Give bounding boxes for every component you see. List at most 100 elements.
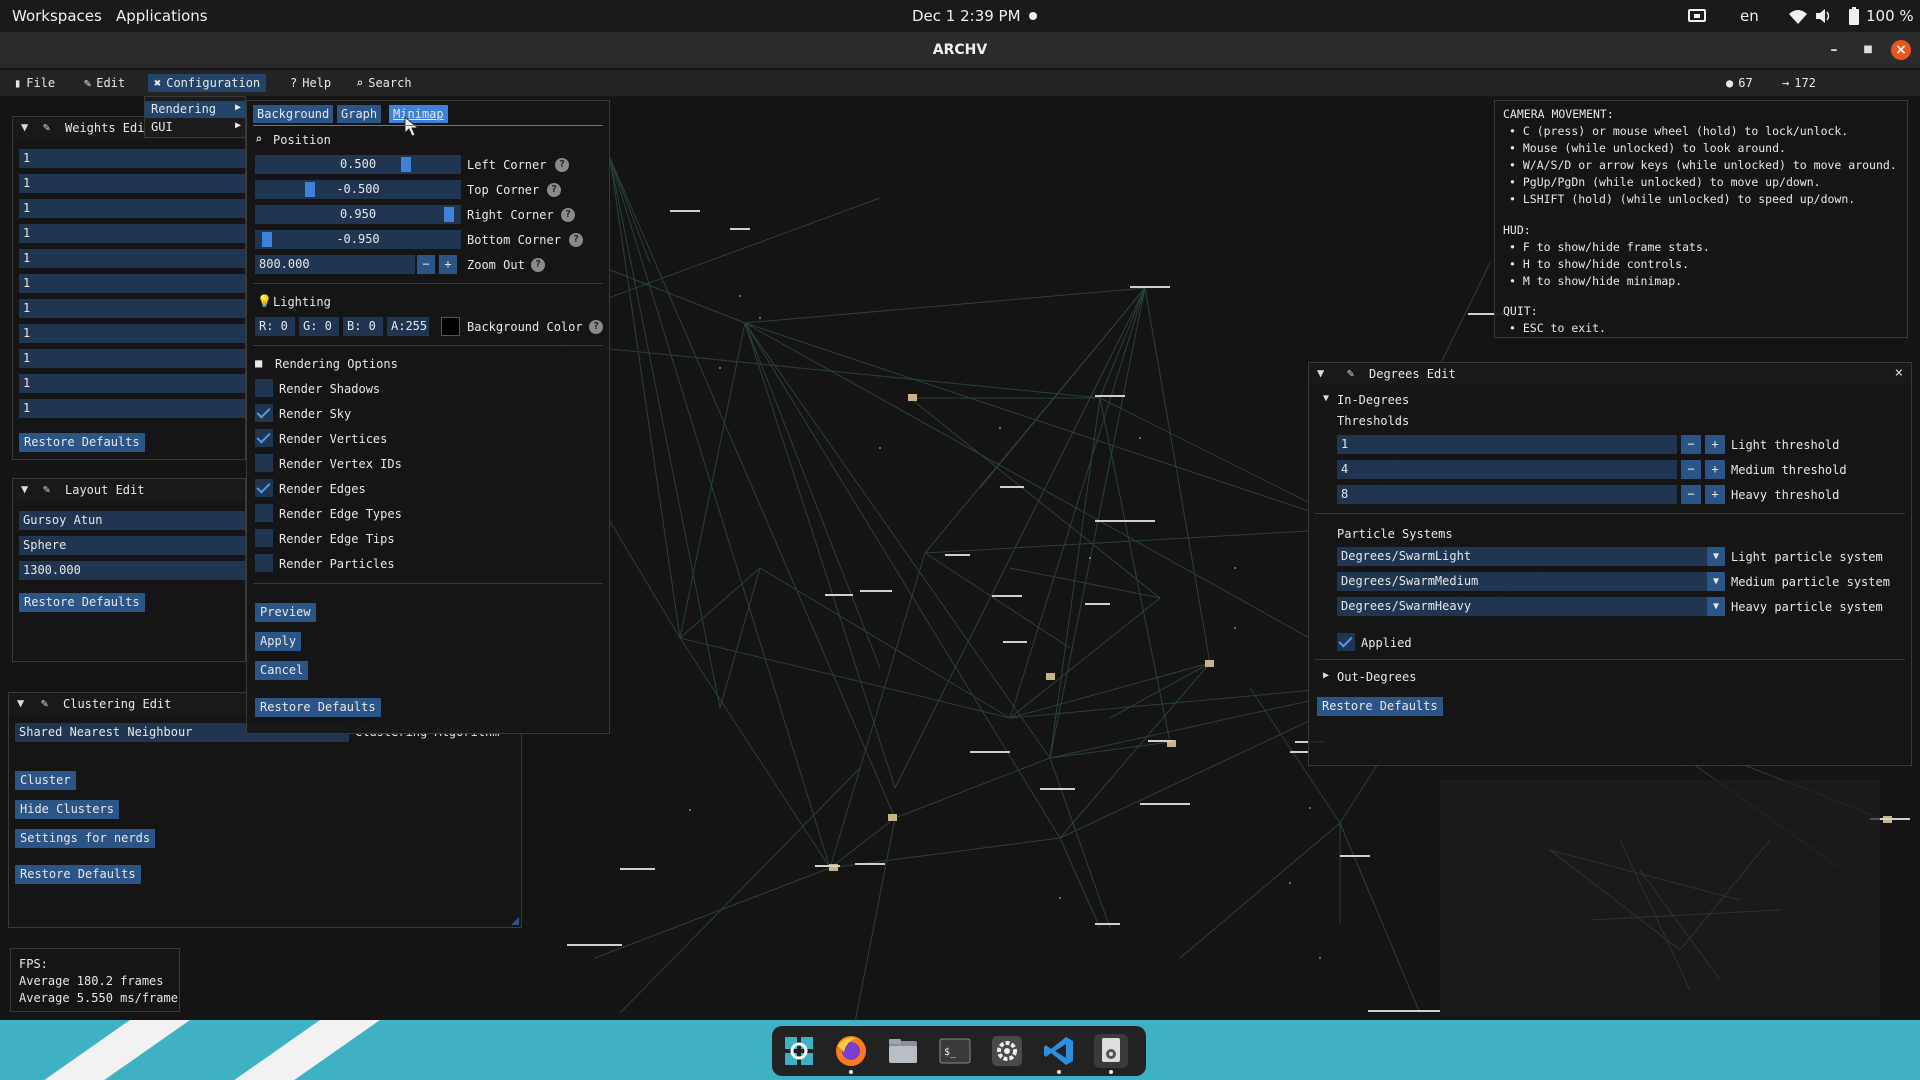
degrees-edit-header[interactable]: ▼ ✎ Degrees Edit ×	[1309, 363, 1911, 385]
light-threshold-input[interactable]: 1	[1337, 435, 1677, 454]
rendering-restore-defaults-button[interactable]: Restore Defaults	[255, 698, 381, 717]
weight-field[interactable]: 1	[19, 349, 245, 368]
menu-configuration[interactable]: ✖ Configuration	[148, 74, 267, 92]
light-threshold-decrement[interactable]: −	[1681, 435, 1701, 454]
collapse-arrow-icon[interactable]: ▼	[17, 696, 24, 710]
battery-icon[interactable]	[1848, 6, 1860, 26]
search-app-icon[interactable]	[782, 1034, 816, 1068]
chevron-down-icon[interactable]: ▼	[1707, 597, 1725, 616]
vscode-icon[interactable]	[1042, 1034, 1076, 1068]
slider-grab[interactable]	[305, 182, 315, 197]
layout-edit-header[interactable]: ▼ ✎ Layout Edit	[13, 479, 245, 501]
slider-grab[interactable]	[444, 207, 455, 222]
archv-icon[interactable]	[1094, 1034, 1128, 1068]
render-vertices-checkbox[interactable]	[255, 429, 273, 447]
slider-grab[interactable]	[261, 232, 272, 247]
menu-file[interactable]: ▮ File	[8, 74, 61, 92]
zoom-out-input[interactable]: 800.000	[255, 255, 415, 274]
settings-for-nerds-button[interactable]: Settings for nerds	[15, 829, 156, 848]
apply-button[interactable]: Apply	[255, 632, 302, 651]
layout-algorithm-field[interactable]: Gursoy Atun	[19, 511, 245, 530]
medium-threshold-decrement[interactable]: −	[1681, 460, 1701, 479]
render-edges-checkbox[interactable]	[255, 479, 273, 497]
weight-field[interactable]: 1	[19, 299, 245, 318]
render-sky-checkbox[interactable]	[255, 404, 273, 422]
cancel-button[interactable]: Cancel	[255, 661, 309, 680]
bottom-corner-slider[interactable]: -0.950	[255, 230, 461, 249]
close-icon[interactable]: ×	[1891, 40, 1911, 60]
right-corner-slider[interactable]: 0.950	[255, 205, 461, 224]
terminal-icon[interactable]: $_	[938, 1034, 972, 1068]
window-title-bar[interactable]: ARCHV – ■ ×	[0, 32, 1920, 68]
minimize-icon[interactable]: –	[1824, 40, 1844, 60]
menu-help[interactable]: ? Help	[284, 74, 337, 92]
menu-search[interactable]: ⌕ Search	[350, 74, 418, 92]
left-corner-slider[interactable]: 0.500	[255, 155, 461, 174]
screen-share-icon[interactable]	[1688, 6, 1706, 26]
out-degrees-header[interactable]: Out-Degrees	[1337, 670, 1416, 684]
close-icon[interactable]: ×	[1895, 365, 1903, 381]
hide-clusters-button[interactable]: Hide Clusters	[15, 800, 119, 819]
collapse-arrow-icon[interactable]: ▼	[21, 482, 28, 496]
degrees-restore-defaults-button[interactable]: Restore Defaults	[1317, 697, 1443, 716]
layout-topology-field[interactable]: Sphere	[19, 536, 245, 555]
render-edge-tips-checkbox[interactable]	[255, 529, 273, 547]
render-edge-types-checkbox[interactable]	[255, 504, 273, 522]
weights-restore-defaults-button[interactable]: Restore Defaults	[19, 433, 145, 452]
color-a-input[interactable]: A:255	[387, 317, 429, 336]
submenu-gui[interactable]: GUI ▶	[145, 119, 245, 136]
submenu-rendering[interactable]: Rendering ▶	[145, 101, 245, 118]
top-corner-slider[interactable]: -0.500	[255, 180, 461, 199]
weight-field[interactable]: 1	[19, 249, 245, 268]
help-icon[interactable]: ?	[561, 208, 575, 222]
color-b-input[interactable]: B: 0	[343, 317, 383, 336]
tab-background[interactable]: Background	[253, 105, 334, 123]
collapse-arrow-icon[interactable]: ▼	[21, 120, 28, 134]
weight-field[interactable]: 1	[19, 174, 245, 193]
light-threshold-increment[interactable]: +	[1705, 435, 1725, 454]
firefox-icon[interactable]	[834, 1034, 868, 1068]
clustering-restore-defaults-button[interactable]: Restore Defaults	[15, 865, 141, 884]
help-icon[interactable]: ?	[589, 320, 603, 334]
color-r-input[interactable]: R: 0	[255, 317, 295, 336]
color-g-input[interactable]: G: 0	[299, 317, 339, 336]
weight-field[interactable]: 1	[19, 149, 245, 168]
collapse-arrow-icon[interactable]: ▼	[1317, 366, 1324, 380]
clock[interactable]: Dec 1 2:39 PM	[912, 7, 1021, 25]
expanded-arrow-icon[interactable]: ▼	[1323, 393, 1329, 404]
weight-field[interactable]: 1	[19, 199, 245, 218]
chevron-down-icon[interactable]: ▼	[1707, 572, 1725, 591]
help-icon[interactable]: ?	[531, 258, 545, 272]
wifi-icon[interactable]	[1788, 6, 1808, 26]
heavy-threshold-increment[interactable]: +	[1705, 485, 1725, 504]
weight-field[interactable]: 1	[19, 224, 245, 243]
medium-threshold-input[interactable]: 4	[1337, 460, 1677, 479]
layout-scale-field[interactable]: 1300.000	[19, 561, 245, 580]
heavy-threshold-input[interactable]: 8	[1337, 485, 1677, 504]
background-color-swatch[interactable]	[441, 317, 460, 336]
maximize-icon[interactable]: ■	[1858, 40, 1878, 60]
menu-edit[interactable]: ✎ Edit	[78, 74, 131, 92]
light-particle-system-select[interactable]: Degrees/SwarmLight	[1337, 547, 1707, 566]
preview-button[interactable]: Preview	[255, 603, 316, 622]
weight-field[interactable]: 1	[19, 399, 245, 418]
files-icon[interactable]	[886, 1034, 920, 1068]
zoom-increment-button[interactable]: +	[439, 255, 457, 274]
layout-restore-defaults-button[interactable]: Restore Defaults	[19, 593, 145, 612]
heavy-particle-system-select[interactable]: Degrees/SwarmHeavy	[1337, 597, 1707, 616]
applied-checkbox[interactable]	[1337, 633, 1355, 651]
tab-graph[interactable]: Graph	[337, 105, 382, 123]
weight-field[interactable]: 1	[19, 324, 245, 343]
heavy-threshold-decrement[interactable]: −	[1681, 485, 1701, 504]
weight-field[interactable]: 1	[19, 374, 245, 393]
render-vertex-ids-checkbox[interactable]	[255, 454, 273, 472]
medium-threshold-increment[interactable]: +	[1705, 460, 1725, 479]
cluster-button[interactable]: Cluster	[15, 771, 76, 790]
medium-particle-system-select[interactable]: Degrees/SwarmMedium	[1337, 572, 1707, 591]
zoom-decrement-button[interactable]: −	[417, 255, 435, 274]
chevron-down-icon[interactable]: ▼	[1707, 547, 1725, 566]
help-icon[interactable]: ?	[569, 233, 583, 247]
help-icon[interactable]: ?	[555, 158, 569, 172]
slider-grab[interactable]	[401, 157, 411, 172]
in-degrees-header[interactable]: In-Degrees	[1337, 393, 1409, 407]
